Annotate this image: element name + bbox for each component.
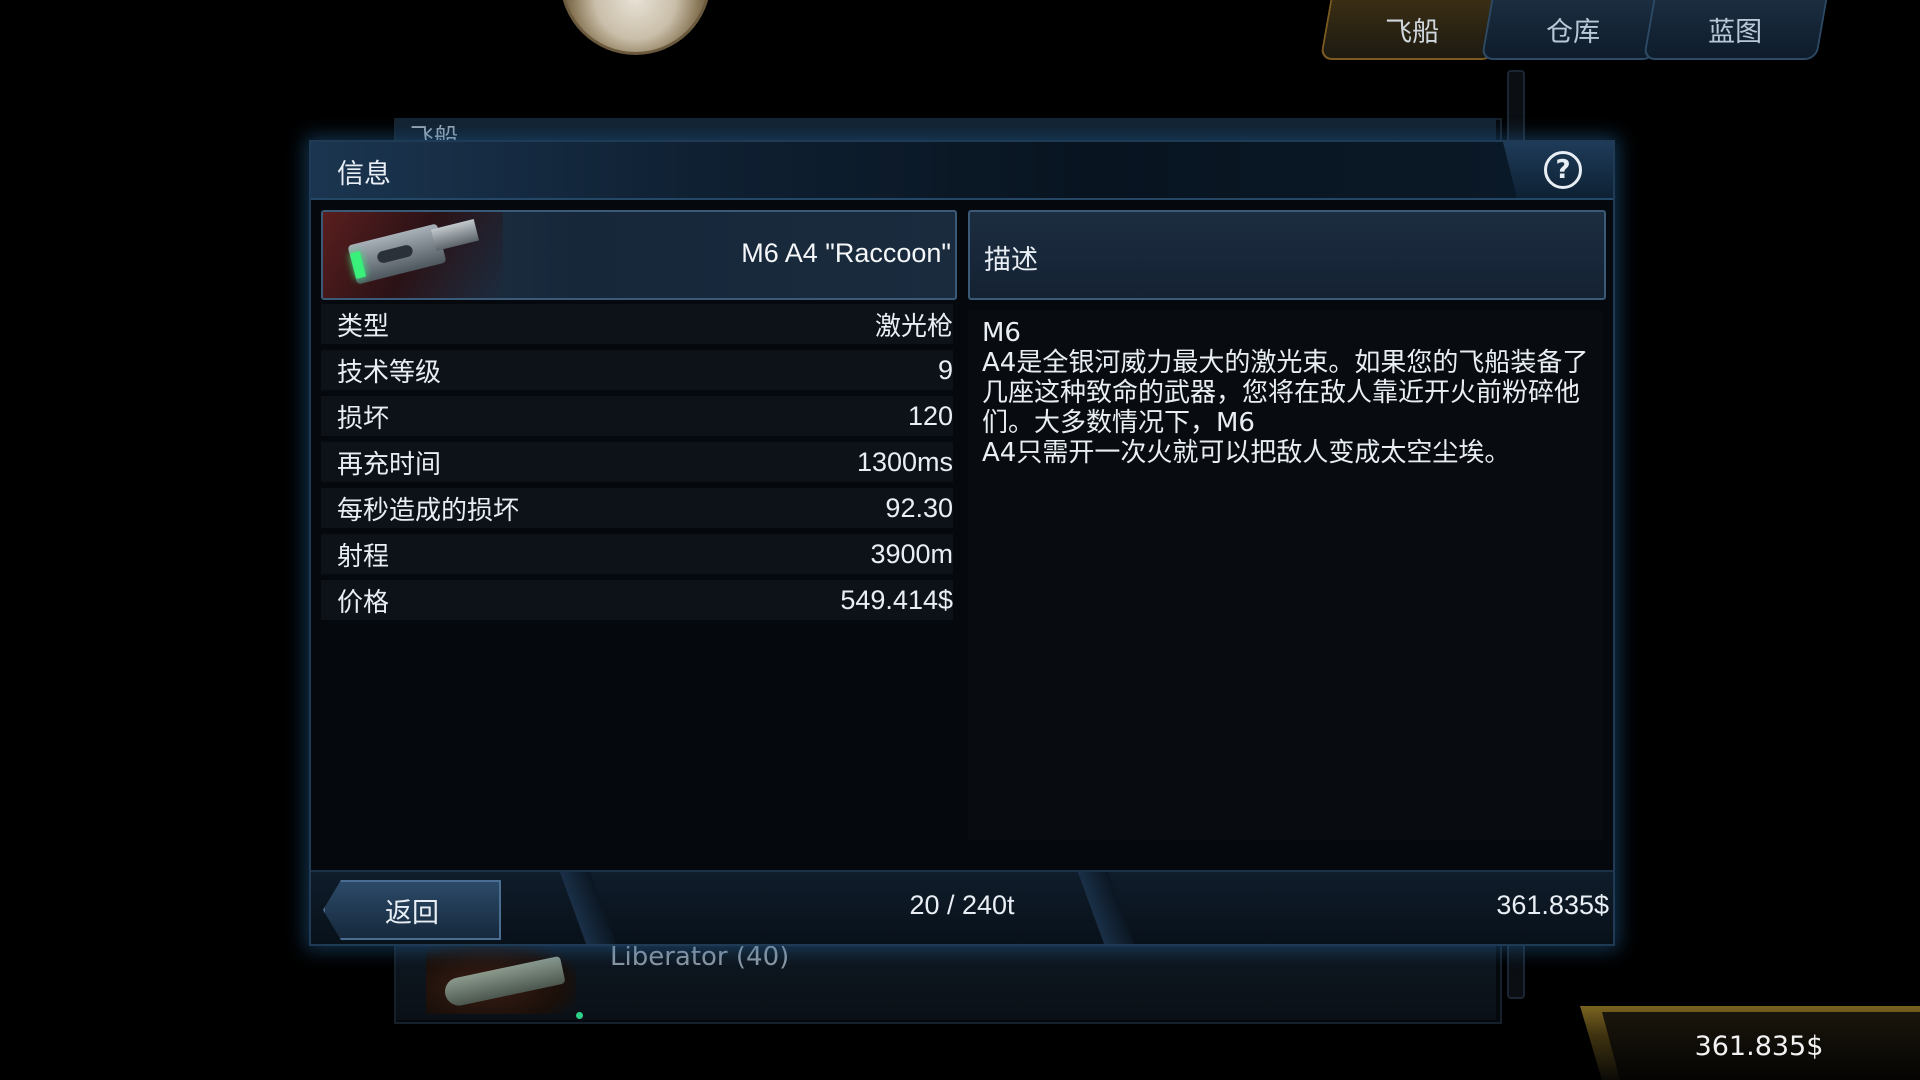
ship-name: Liberator (40) xyxy=(610,942,790,972)
money-value: 361.835$ xyxy=(1602,1012,1920,1080)
stat-label: 损坏 xyxy=(337,403,390,434)
tab-warehouse-label: 仓库 xyxy=(1546,16,1601,48)
tab-warehouse[interactable]: 仓库 xyxy=(1480,0,1666,60)
info-dialog: 信息 ? M6 A4 "Raccoon" 类型 激光枪 技术等级 9 损坏 12… xyxy=(309,140,1615,946)
stat-row-damage: 损坏 120 xyxy=(321,396,953,436)
tab-ships-label: 飞船 xyxy=(1385,16,1440,48)
stat-label: 射程 xyxy=(337,541,390,572)
player-avatar[interactable] xyxy=(560,0,711,55)
stat-row-type: 类型 激光枪 xyxy=(321,304,953,344)
stat-value: 1300ms xyxy=(856,446,953,477)
status-dot-icon xyxy=(576,1012,583,1019)
dialog-title: 信息 xyxy=(337,159,391,190)
tab-ships[interactable]: 飞船 xyxy=(1319,0,1505,60)
description-text: M6 A4是全银河威力最大的激光束。如果您的飞船装备了几座这种致命的武器，您将在… xyxy=(968,310,1602,840)
dialog-footer: 返回 20 / 240t 361.835$ xyxy=(311,870,1613,944)
stat-label: 类型 xyxy=(337,311,390,342)
item-card: M6 A4 "Raccoon" xyxy=(321,210,957,300)
footer-money: 361.835$ xyxy=(1496,890,1609,920)
tab-blueprints[interactable]: 蓝图 xyxy=(1642,0,1828,60)
stat-value: 92.30 xyxy=(885,492,953,523)
description-header: 描述 xyxy=(968,210,1606,300)
question-mark-icon: ? xyxy=(1544,151,1582,189)
stat-row-tech-level: 技术等级 9 xyxy=(321,350,953,390)
stat-value: 3900m xyxy=(870,538,953,569)
stat-label: 每秒造成的损坏 xyxy=(337,495,520,526)
stats-table: 类型 激光枪 技术等级 9 损坏 120 再充时间 1300ms 每秒造成的损坏… xyxy=(321,304,953,626)
item-image xyxy=(323,212,503,298)
ship-thumbnail xyxy=(426,942,583,1019)
stat-value: 549.414$ xyxy=(840,584,953,615)
help-button[interactable]: ? xyxy=(1503,142,1613,198)
tab-blueprints-label: 蓝图 xyxy=(1708,16,1763,48)
stat-row-price: 价格 549.414$ xyxy=(321,580,953,620)
stat-label: 再充时间 xyxy=(337,449,442,480)
stat-value: 激光枪 xyxy=(874,311,953,342)
stat-row-dps: 每秒造成的损坏 92.30 xyxy=(321,488,953,528)
stat-row-recharge: 再充时间 1300ms xyxy=(321,442,953,482)
description-title: 描述 xyxy=(984,245,1038,276)
money-display: 361.835$ xyxy=(1580,1006,1920,1080)
item-name: M6 A4 "Raccoon" xyxy=(741,238,951,268)
dialog-header: 信息 ? xyxy=(311,142,1613,200)
stat-value: 9 xyxy=(937,354,953,385)
stat-label: 价格 xyxy=(337,587,390,618)
list-item[interactable]: Liberator (40) xyxy=(396,938,1496,1020)
stat-value: 120 xyxy=(907,400,953,431)
stat-row-range: 射程 3900m xyxy=(321,534,953,574)
stat-label: 技术等级 xyxy=(337,357,442,388)
cargo-capacity: 20 / 240t xyxy=(909,890,1015,920)
